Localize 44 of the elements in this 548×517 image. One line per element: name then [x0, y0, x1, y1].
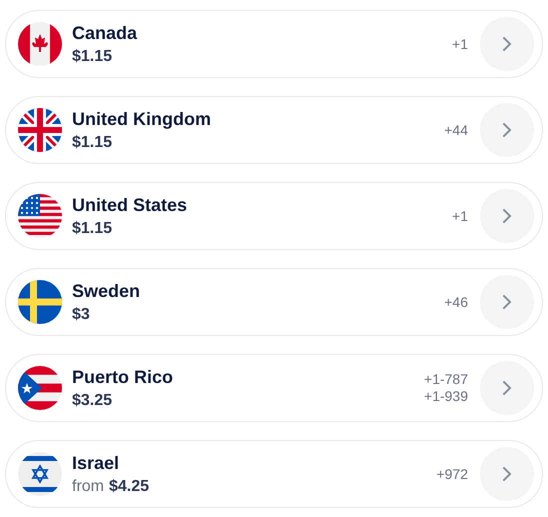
chevron-right-icon	[502, 36, 512, 52]
price: $3.25	[72, 390, 112, 410]
flag-icon	[18, 366, 62, 410]
chevron-button[interactable]	[480, 103, 534, 157]
dial-code: +44	[444, 122, 468, 138]
price: $4.25	[109, 476, 150, 496]
chevron-button[interactable]	[480, 17, 534, 71]
country-card[interactable]: United Kingdom $1.15 +44	[5, 96, 543, 164]
country-name: United Kingdom	[72, 108, 211, 130]
country-card[interactable]: Puerto Rico $3.25 +1-787 +1-939	[5, 354, 543, 422]
country-card[interactable]: Israel from $4.25 +972	[5, 440, 543, 508]
country-name: Puerto Rico	[72, 366, 174, 388]
price: $1.15	[72, 132, 112, 152]
price: $3	[72, 304, 90, 324]
flag-icon	[18, 194, 62, 238]
country-name: Israel	[72, 452, 120, 474]
country-name: Sweden	[72, 280, 140, 302]
dial-code: +1-939	[424, 388, 468, 405]
flag-icon	[18, 452, 62, 496]
chevron-right-icon	[502, 294, 512, 310]
dial-code: +1-787	[424, 371, 468, 388]
chevron-right-icon	[502, 208, 512, 224]
chevron-button[interactable]	[480, 447, 534, 501]
flag-icon	[18, 280, 62, 324]
chevron-right-icon	[502, 380, 512, 396]
chevron-button[interactable]	[480, 361, 534, 415]
country-card[interactable]: Sweden $3 +46	[5, 268, 543, 336]
dial-code: +1	[452, 208, 468, 224]
dial-code: +972	[436, 466, 468, 482]
price: $1.15	[72, 218, 112, 238]
country-card[interactable]: Canada $1.15 +1	[5, 10, 543, 78]
chevron-right-icon	[502, 466, 512, 482]
price: $1.15	[72, 46, 112, 66]
chevron-button[interactable]	[480, 189, 534, 243]
price-prefix: from	[72, 476, 104, 496]
dial-code: +1	[452, 36, 468, 52]
flag-icon	[18, 108, 62, 152]
country-card[interactable]: United States $1.15 +1	[5, 182, 543, 250]
country-name: United States	[72, 194, 188, 216]
country-name: Canada	[72, 22, 138, 44]
dial-code: +46	[444, 294, 468, 310]
chevron-right-icon	[502, 122, 512, 138]
flag-icon	[18, 22, 62, 66]
chevron-button[interactable]	[480, 275, 534, 329]
